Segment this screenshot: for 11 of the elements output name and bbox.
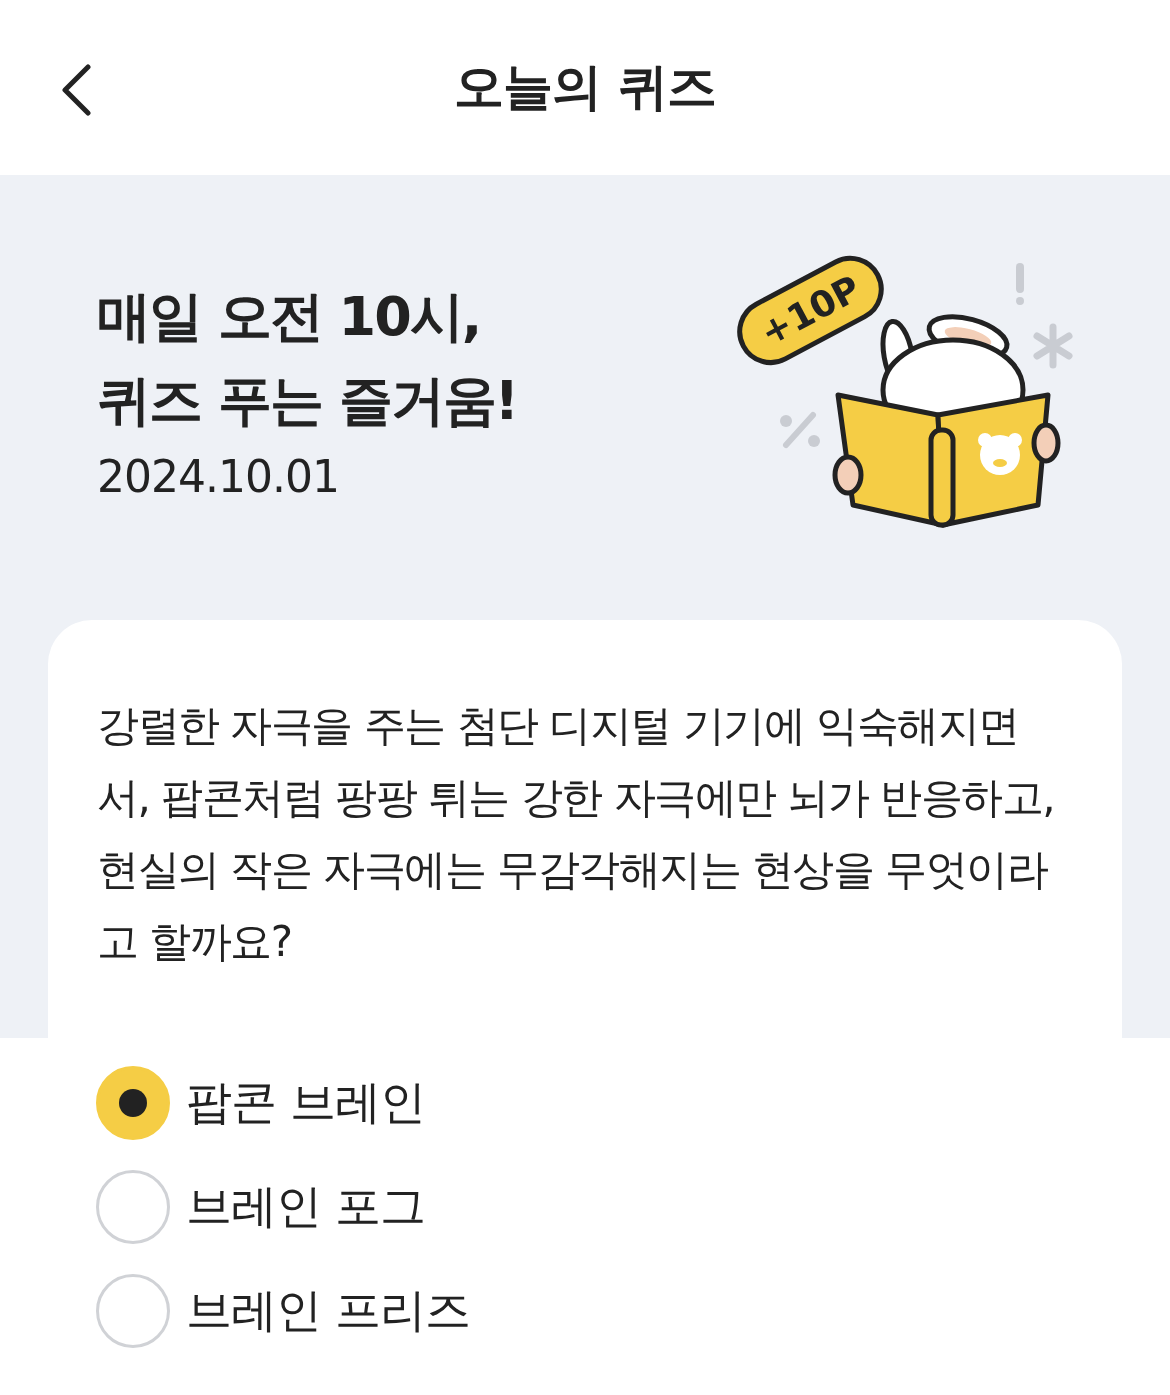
radio-button[interactable] (96, 1274, 170, 1348)
answer-option[interactable]: 팝콘 브레인 (96, 1066, 425, 1140)
answer-option[interactable]: 브레인 포그 (96, 1170, 425, 1244)
answer-option[interactable]: 브레인 프리즈 (96, 1274, 470, 1348)
headline: 매일 오전 10시, (97, 284, 482, 350)
quiz-date: 2024.10.01 (97, 451, 340, 502)
back-icon[interactable] (60, 64, 92, 116)
question-text: 강렬한 자극을 주는 첨단 디지털 기기에 익숙해지면서, 팝콘처럼 팡팡 튀는 강한 자극에만 뇌가 반응하고, 현실의 작은 자극에는 무감각해지는 현상을 무엇이라고 할까요? (97, 700, 1056, 968)
headline: 퀴즈 푸는 즐거움! (97, 368, 518, 434)
radio-button[interactable] (96, 1170, 170, 1244)
page-title: 오늘의 퀴즈 (454, 57, 716, 118)
